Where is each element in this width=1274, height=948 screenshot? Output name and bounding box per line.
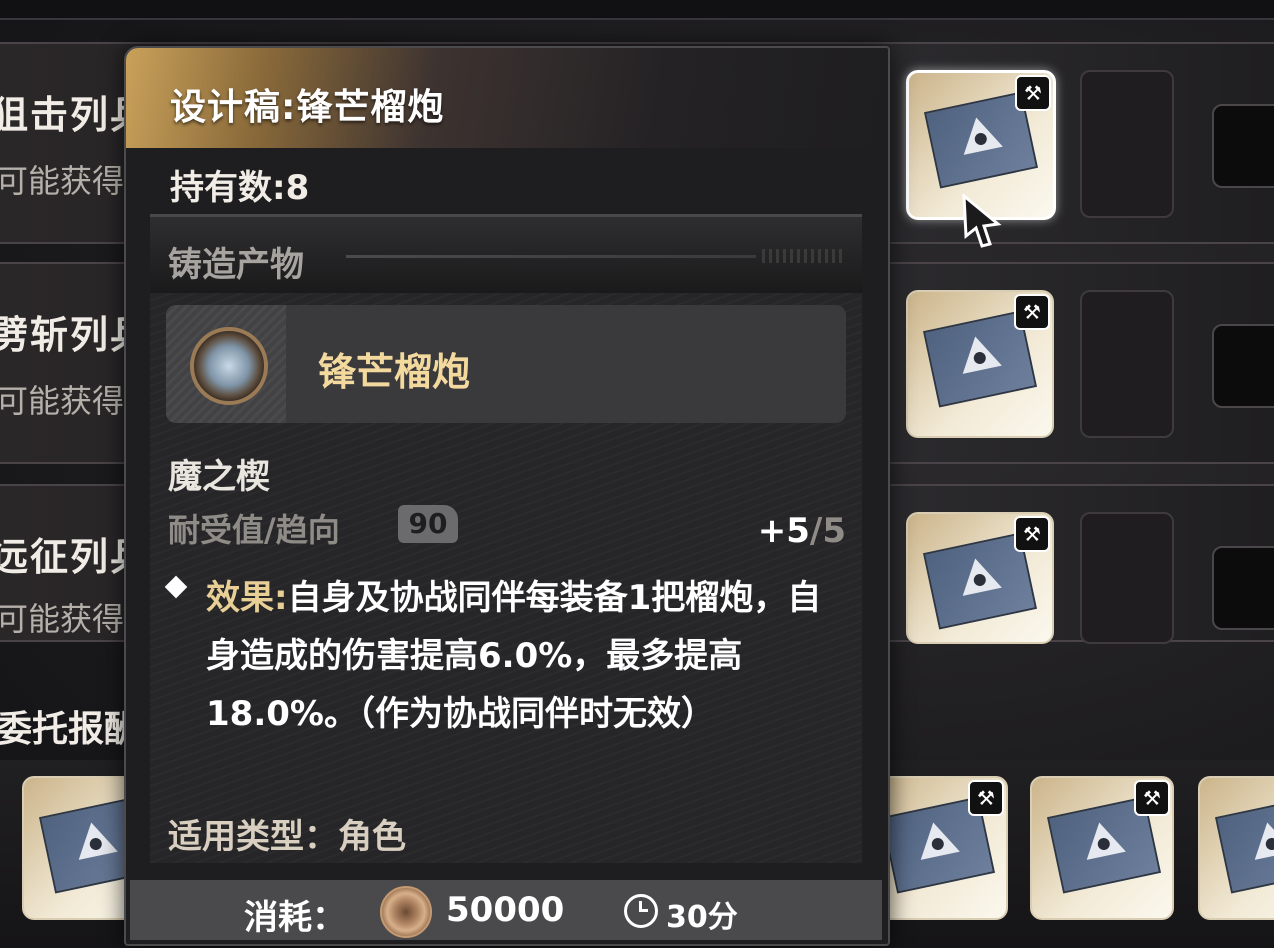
product-icon-box — [166, 305, 286, 423]
blueprint-thumbnail[interactable]: ⚒ — [906, 512, 1054, 644]
level-max: 5 — [822, 511, 846, 551]
reward-item[interactable]: ⚒ — [1030, 776, 1174, 920]
weapon-ring-icon — [190, 327, 268, 405]
product-name: 锋芒榴炮 — [318, 350, 471, 394]
level-current: +5 — [757, 511, 810, 551]
empty-slot[interactable] — [1080, 512, 1174, 644]
effect-description: 效果:自身及协战同伴每装备1把榴炮，自身造成的伤害提高6.0%，最多提高18.0… — [206, 569, 826, 743]
coin-icon — [380, 886, 432, 938]
product-card[interactable]: 锋芒榴炮 — [166, 305, 846, 423]
row-subtitle: 可能获得 — [0, 382, 125, 420]
set-name: 魔之楔 — [168, 457, 270, 497]
empty-slot[interactable] — [1080, 70, 1174, 218]
hold-label: 持有数: — [170, 168, 286, 208]
cost-footer: 消耗： 50000 30分 — [130, 880, 882, 940]
level-separator: / — [809, 511, 823, 551]
blueprint-thumbnail[interactable]: ⚒ — [906, 290, 1054, 438]
apply-type: 适用类型：角色 — [168, 809, 406, 858]
enhance-level: +5/5 — [758, 511, 846, 551]
apply-label: 适用类型： — [168, 817, 338, 857]
empty-slot[interactable] — [1212, 546, 1274, 630]
empty-slot[interactable] — [1212, 104, 1274, 188]
cursor-icon — [962, 194, 1002, 248]
time-value: 30分 — [666, 900, 738, 935]
hammer-icon: ⚒ — [1014, 516, 1050, 552]
hammer-icon: ⚒ — [1014, 294, 1050, 330]
hold-value: 8 — [285, 168, 310, 208]
item-tooltip: 设计稿:锋芒榴炮 持有数:8 铸造产物 锋芒榴炮 魔之楔 耐受值/趋向 90 +… — [124, 46, 890, 946]
apply-value: 角色 — [338, 817, 406, 857]
hold-count: 持有数:8 — [170, 160, 309, 209]
top-strip — [0, 0, 1274, 20]
effect-text: 自身及协战同伴每装备1把榴炮，自身造成的伤害提高6.0%，最多提高18.0%。（… — [206, 578, 822, 734]
hammer-icon: ⚒ — [1134, 780, 1170, 816]
section-divider — [346, 255, 756, 258]
game-screen: 狙击列兵 可能获得 ⚒ 劈斩列兵 可能获得 ⚒ 远征列兵 可能获得 ⚒ 委托报酬 — [0, 0, 1274, 948]
hammer-icon: ⚒ — [1015, 75, 1051, 111]
row-subtitle: 可能获得 — [0, 600, 125, 638]
tooltip-body: 铸造产物 锋芒榴炮 魔之楔 耐受值/趋向 90 +5/5 效果:自身及协战同伴每… — [150, 214, 862, 863]
hammer-icon: ⚒ — [968, 780, 1004, 816]
cost-value: 50000 — [446, 890, 565, 930]
blueprint-card-art — [1214, 796, 1274, 894]
effect-label: 效果: — [206, 578, 288, 618]
tooltip-header: 设计稿:锋芒榴炮 — [126, 48, 888, 148]
row-subtitle: 可能获得 — [0, 162, 125, 200]
empty-slot[interactable] — [1080, 290, 1174, 438]
section-label: 铸造产物 — [168, 245, 304, 285]
tolerance-badge: 90 — [398, 505, 458, 543]
section-header: 铸造产物 — [150, 217, 862, 293]
diamond-bullet-icon — [164, 575, 188, 599]
clock-icon — [624, 894, 658, 928]
tooltip-title: 设计稿:锋芒榴炮 — [170, 87, 445, 128]
reward-item[interactable] — [1198, 776, 1274, 920]
section-decoration — [762, 249, 844, 263]
tolerance-label: 耐受值/趋向 — [168, 511, 340, 549]
reward-title: 委托报酬 — [0, 709, 141, 750]
cost-label: 消耗： — [244, 898, 346, 938]
empty-slot[interactable] — [1212, 324, 1274, 408]
